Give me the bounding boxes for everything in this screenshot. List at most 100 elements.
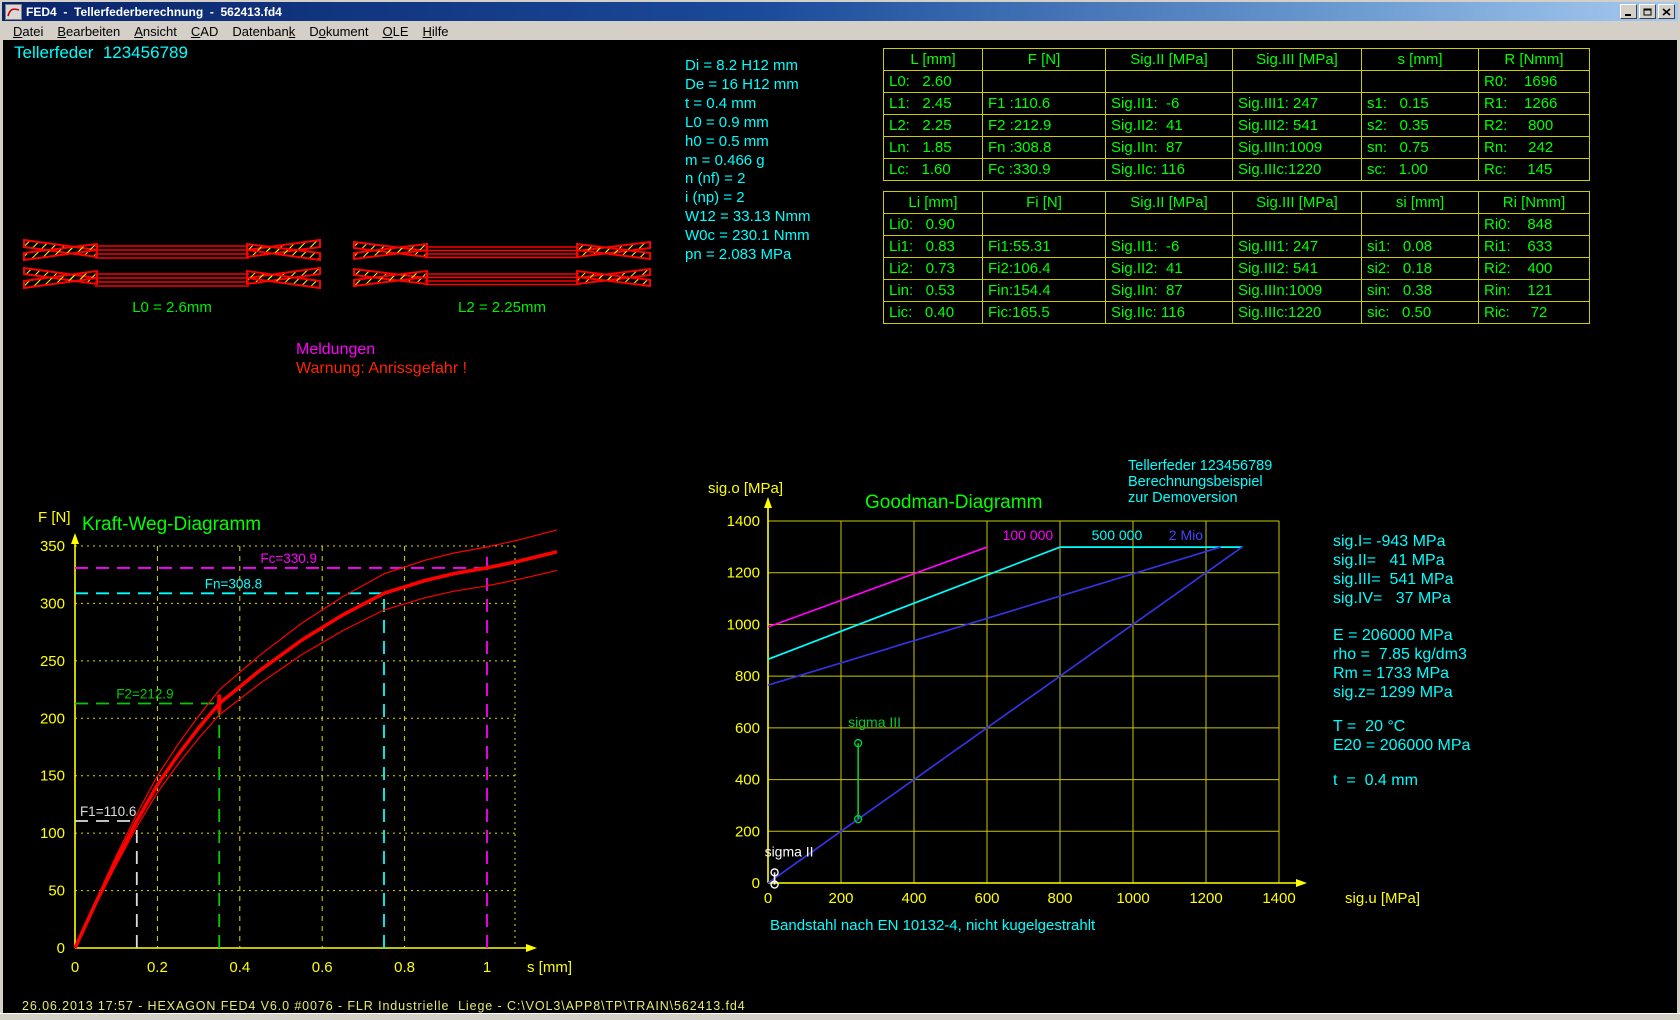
y-tick-label: 1400 bbox=[727, 513, 760, 530]
y-tick-label: 1200 bbox=[727, 565, 760, 582]
client-area: Tellerfeder 123456789 Di = 8.2 H12 mmDe … bbox=[3, 40, 1677, 1014]
info-line: E20 = 206000 MPa bbox=[1333, 736, 1470, 755]
y-tick-label: 200 bbox=[735, 823, 760, 840]
table-cell: sic: 0.50 bbox=[1362, 302, 1479, 324]
table-row: Li0: 0.90Ri0: 848 bbox=[884, 214, 1590, 236]
table-cell bbox=[1362, 214, 1479, 236]
table-cell: Fn :308.8 bbox=[983, 137, 1106, 159]
table-cell: Sig.II2: 41 bbox=[1106, 258, 1233, 280]
parameter-line: pn = 2.083 MPa bbox=[685, 246, 810, 265]
table-cell: Rc: 145 bbox=[1479, 159, 1590, 181]
parameter-line: t = 0.4 mm bbox=[685, 95, 810, 114]
column-header: F [N] bbox=[983, 49, 1106, 71]
table-cell: Ln: 1.85 bbox=[884, 137, 983, 159]
table-cell: R2: 800 bbox=[1479, 115, 1590, 137]
table-cell: Lc: 1.60 bbox=[884, 159, 983, 181]
menu-item-dokument[interactable]: Dokument bbox=[302, 24, 375, 39]
maximize-button[interactable] bbox=[1639, 4, 1656, 19]
column-header: s [mm] bbox=[1362, 49, 1479, 71]
x-axis-label: sig.u [MPa] bbox=[1345, 890, 1420, 907]
x-tick-label: 0.4 bbox=[229, 959, 250, 976]
x-tick-label: 1400 bbox=[1262, 890, 1295, 907]
table-cell: Li2: 0.73 bbox=[884, 258, 983, 280]
column-header: Fi [N] bbox=[983, 192, 1106, 214]
column-header: Ri [Nmm] bbox=[1479, 192, 1590, 214]
x-tick-label: 0 bbox=[764, 890, 772, 907]
parameters-block: Di = 8.2 H12 mmDe = 16 H12 mmt = 0.4 mmL… bbox=[685, 57, 810, 265]
parameter-line: L0 = 0.9 mm bbox=[685, 114, 810, 133]
table-cell: Ri2: 400 bbox=[1479, 258, 1590, 280]
y-tick-label: 300 bbox=[40, 595, 65, 612]
spring-drawing-l2: L2 = 2.25mm bbox=[352, 238, 652, 316]
status-bar: 26.06.2013 17:57 - HEXAGON FED4 V6.0 #00… bbox=[22, 999, 746, 1013]
table-cell: Fi1:55.31 bbox=[983, 236, 1106, 258]
menu-item-ole[interactable]: OLE bbox=[376, 24, 416, 39]
y-tick-label: 600 bbox=[735, 720, 760, 737]
table-cell: L1: 2.45 bbox=[884, 93, 983, 115]
maximize-icon bbox=[1643, 8, 1652, 16]
x-axis-arrow bbox=[526, 944, 537, 952]
table-row: L0: 2.60R0: 1696 bbox=[884, 71, 1590, 93]
table1-grid: L [mm]F [N]Sig.II [MPa]Sig.III [MPa]s [m… bbox=[883, 48, 1590, 181]
table-cell: sn: 0.75 bbox=[1362, 137, 1479, 159]
menu-item-datenbank[interactable]: Datenbank bbox=[225, 24, 302, 39]
column-header: Sig.III [MPa] bbox=[1233, 192, 1362, 214]
menu-item-bearbeiten[interactable]: Bearbeiten bbox=[50, 24, 127, 39]
x-tick-label: 400 bbox=[901, 890, 926, 907]
table-cell bbox=[1233, 214, 1362, 236]
series-sig.o = sig.u bbox=[768, 547, 1242, 883]
table-cell: Sig.IIn: 87 bbox=[1106, 280, 1233, 302]
table-row: L1: 2.45F1 :110.6Sig.II1: -6Sig.III1: 24… bbox=[884, 93, 1590, 115]
info-line: sig.z= 1299 MPa bbox=[1333, 683, 1467, 702]
table-cell: L0: 2.60 bbox=[884, 71, 983, 93]
chart-note-line: zur Demoversion bbox=[1128, 490, 1238, 506]
table-cell: Sig.III1: 247 bbox=[1233, 93, 1362, 115]
thickness-info-block: t = 0.4 mm bbox=[1333, 771, 1418, 790]
menu-item-hilfe[interactable]: Hilfe bbox=[416, 24, 456, 39]
menu-item-datei[interactable]: Datei bbox=[6, 24, 50, 39]
parameter-line: Di = 8.2 H12 mm bbox=[685, 57, 810, 76]
close-icon bbox=[1662, 8, 1671, 16]
table-row: L2: 2.25F2 :212.9Sig.II2: 41Sig.III2: 54… bbox=[884, 115, 1590, 137]
x-tick-label: 0 bbox=[71, 959, 79, 976]
marker-label: F2=212.9 bbox=[116, 686, 173, 701]
column-header: R [Nmm] bbox=[1479, 49, 1590, 71]
menu-item-ansicht[interactable]: Ansicht bbox=[127, 24, 184, 39]
messages-title: Meldungen bbox=[296, 341, 375, 359]
table-cell: R1: 1266 bbox=[1479, 93, 1590, 115]
page-title: Tellerfeder 123456789 bbox=[14, 43, 188, 63]
column-header: L [mm] bbox=[884, 49, 983, 71]
parameter-line: W0c = 230.1 Nmm bbox=[685, 227, 810, 246]
info-line: sig.I= -943 MPa bbox=[1333, 532, 1454, 551]
table-cell: F1 :110.6 bbox=[983, 93, 1106, 115]
table-cell: Lin: 0.53 bbox=[884, 280, 983, 302]
table-row: Lc: 1.60Fc :330.9Sig.IIc: 116Sig.IIIc:12… bbox=[884, 159, 1590, 181]
info-line: sig.IV= 37 MPa bbox=[1333, 589, 1454, 608]
y-axis-label: F [N] bbox=[38, 509, 71, 526]
chart-title: Kraft-Weg-Diagramm bbox=[82, 514, 261, 535]
minimize-button[interactable] bbox=[1620, 4, 1637, 19]
table-cell: Sig.IIc: 116 bbox=[1106, 159, 1233, 181]
x-tick-label: 0.6 bbox=[312, 959, 333, 976]
table-row: Lic: 0.40Fic:165.5Sig.IIc: 116Sig.IIIc:1… bbox=[884, 302, 1590, 324]
spring-label-l0: L0 = 2.6mm bbox=[22, 299, 322, 316]
column-header: si [mm] bbox=[1362, 192, 1479, 214]
y-tick-label: 250 bbox=[40, 653, 65, 670]
info-line: t = 0.4 mm bbox=[1333, 771, 1418, 790]
table-cell: Sig.III2: 541 bbox=[1233, 115, 1362, 137]
app-window: FED4 - Tellerfederberechnung - 562413.fd… bbox=[0, 0, 1680, 1020]
table-cell: Fic:165.5 bbox=[983, 302, 1106, 324]
force-curve bbox=[75, 552, 557, 948]
table-cell bbox=[1362, 71, 1479, 93]
menu-item-cad[interactable]: CAD bbox=[184, 24, 225, 39]
window-title: FED4 - Tellerfederberechnung - 562413.fd… bbox=[26, 5, 1620, 19]
marker-label: F1=110.6 bbox=[80, 804, 136, 819]
table-cell: Rn: 242 bbox=[1479, 137, 1590, 159]
material-info-block: E = 206000 MParho = 7.85 kg/dm3Rm = 1733… bbox=[1333, 626, 1467, 702]
title-bar: FED4 - Tellerfederberechnung - 562413.fd… bbox=[2, 2, 1678, 21]
table-cell: Fc :330.9 bbox=[983, 159, 1106, 181]
close-button[interactable] bbox=[1658, 4, 1675, 19]
y-tick-label: 800 bbox=[735, 668, 760, 685]
table-cell bbox=[1233, 71, 1362, 93]
chart-note-line: Berechnungsbeispiel bbox=[1128, 474, 1263, 490]
